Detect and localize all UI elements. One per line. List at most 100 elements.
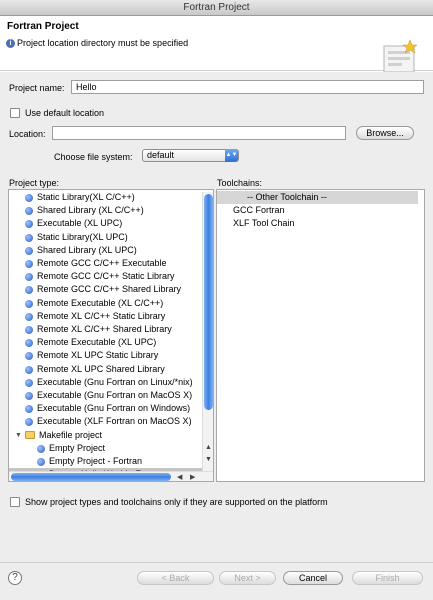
project-type-icon: [25, 326, 33, 334]
scroll-down-arrow-icon[interactable]: ▼: [205, 456, 212, 463]
project-type-label: Remote Executable (XL C/C++): [37, 297, 164, 308]
project-type-label: Remote XL C/C++ Static Library: [37, 310, 166, 321]
page-title: Fortran Project: [7, 21, 79, 32]
project-type-item[interactable]: Executable (XLF Fortran on MacOS X): [9, 415, 202, 428]
toolchains-list[interactable]: -- Other Toolchain -- GCC Fortran XLF Tool…: [216, 189, 425, 482]
project-type-item[interactable]: Executable (Gnu Fortran on Windows): [9, 402, 202, 415]
next-button[interactable]: Next >: [219, 571, 276, 585]
project-type-item[interactable]: Remote GCC C/C++ Static Library: [9, 270, 202, 283]
project-type-icon: [25, 312, 33, 321]
folder-icon: [25, 430, 35, 439]
window-titlebar: Fortran Project: [0, 0, 433, 16]
project-type-item[interactable]: Remote XL UPC Shared Library: [9, 363, 202, 376]
project-type-item[interactable]: Remote Executable (XL UPC): [9, 336, 202, 349]
wizard-header: Fortran Project i Project location direc…: [0, 16, 433, 73]
project-type-label: Executable (Gnu Fortran on MacOS X): [37, 390, 193, 400]
project-type-label: Remote Executable (XL UPC): [37, 337, 157, 348]
project-name-label: Project name:: [9, 83, 65, 93]
project-type-label: Remote GCC C/C++ Executable: [37, 258, 167, 268]
project-type-item[interactable]: Static Library(XL C/C++): [9, 191, 202, 204]
horizontal-scroll-thumb[interactable]: [11, 473, 171, 481]
cancel-button[interactable]: Cancel: [283, 571, 343, 585]
scroll-left-arrow-icon[interactable]: ◀: [177, 473, 182, 481]
project-type-item[interactable]: Executable (XL UPC): [9, 217, 202, 230]
toolchains-label: Toolchains:: [217, 178, 263, 188]
window-title: Fortran Project: [183, 2, 250, 13]
chevron-updown-icon: ▲▼: [225, 149, 238, 162]
wizard-body: Project name: Hello Use default location…: [0, 72, 433, 562]
location-field[interactable]: [52, 126, 346, 140]
project-type-item[interactable]: Shared Library (XL C/C++): [9, 204, 202, 217]
project-type-icon: [25, 273, 33, 282]
project-type-item[interactable]: Remote XL C/C++ Shared Library: [9, 323, 202, 336]
project-type-label: Project type:: [9, 178, 60, 188]
project-type-tree[interactable]: Static Library(XL C/C++) Shared Library (…: [8, 189, 214, 482]
toolchain-item[interactable]: -- Other Toolchain --: [217, 191, 418, 204]
project-type-icon: [25, 220, 33, 229]
project-type-label: Remote GCC C/C++ Static Library: [37, 271, 175, 282]
toolchain-item[interactable]: GCC Fortran: [217, 204, 418, 217]
project-type-icon: [25, 418, 33, 427]
project-type-icon: [25, 207, 33, 216]
project-type-icon: [25, 260, 33, 268]
info-icon: i: [6, 39, 15, 48]
file-system-select[interactable]: default ▲▼: [142, 149, 239, 162]
project-type-item[interactable]: Executable (Gnu Fortran on MacOS X): [9, 389, 202, 402]
project-type-label: Remote XL C/C++ Shared Library: [37, 324, 172, 334]
browse-button[interactable]: Browse...: [356, 126, 414, 140]
project-type-item[interactable]: Shared Library (XL UPC): [9, 244, 202, 257]
project-type-horizontal-scrollbar[interactable]: ◀ ▶: [9, 471, 213, 481]
project-type-icon: [25, 233, 33, 242]
scroll-up-arrow-icon[interactable]: ▲: [205, 444, 212, 451]
back-button[interactable]: < Back: [137, 571, 214, 585]
file-system-label: Choose file system:: [54, 152, 133, 162]
scroll-right-arrow-icon[interactable]: ▶: [190, 473, 195, 481]
help-icon[interactable]: ?: [8, 571, 22, 585]
project-type-label: Executable (XLF Fortran on MacOS X): [37, 416, 192, 427]
finish-button[interactable]: Finish: [352, 571, 423, 585]
project-type-icon: [37, 444, 45, 453]
project-type-label: Executable (Gnu Fortran on Windows): [37, 403, 191, 414]
project-type-icon: [25, 299, 33, 308]
toolchain-item[interactable]: XLF Tool Chain: [217, 217, 418, 230]
project-type-vertical-scrollbar[interactable]: ▲ ▼: [202, 192, 213, 471]
project-type-icon: [25, 365, 33, 374]
project-type-item[interactable]: Remote Executable (XL C/C++): [9, 297, 202, 310]
makefile-project-item[interactable]: Empty Project: [9, 442, 202, 455]
makefile-project-label: Empty Project - Fortran: [49, 456, 143, 466]
project-name-field[interactable]: Hello: [71, 80, 424, 94]
header-message: Project location directory must be speci…: [17, 38, 189, 48]
project-type-item[interactable]: Static Library(XL UPC): [9, 231, 202, 244]
project-type-icon: [25, 392, 33, 400]
location-label: Location:: [9, 129, 46, 139]
project-type-item[interactable]: Remote XL C/C++ Static Library: [9, 310, 202, 323]
makefile-project-folder[interactable]: ▼ Makefile project: [9, 429, 202, 442]
project-type-icon: [25, 286, 33, 295]
wizard-banner-icon: [383, 39, 418, 73]
project-type-label: Executable (XL UPC): [37, 218, 123, 229]
wizard-footer: ? < Back Next > Cancel Finish: [0, 562, 433, 600]
project-type-label: Static Library(XL UPC): [37, 231, 128, 242]
filter-supported-checkbox[interactable]: [10, 497, 20, 507]
project-type-item[interactable]: Executable (Gnu Fortran on Linux/*nix): [9, 376, 202, 389]
use-default-location-checkbox[interactable]: [10, 108, 20, 118]
use-default-location-label: Use default location: [25, 108, 105, 118]
makefile-project-item[interactable]: Empty Project - Fortran: [9, 455, 202, 468]
project-type-icon: [37, 458, 45, 466]
project-type-label: Shared Library (XL UPC): [37, 244, 137, 255]
project-type-label: Static Library(XL C/C++): [37, 192, 135, 202]
project-type-icon: [25, 194, 33, 202]
vertical-scroll-thumb[interactable]: [204, 194, 213, 410]
project-type-icon: [25, 378, 33, 387]
project-type-item[interactable]: Remote GCC C/C++ Executable: [9, 257, 202, 270]
project-type-item[interactable]: Remote XL UPC Static Library: [9, 349, 202, 362]
project-type-label: Remote XL UPC Shared Library: [37, 363, 165, 374]
folder-label: Makefile project: [39, 429, 103, 440]
makefile-project-label: Empty Project: [49, 442, 106, 453]
project-type-icon: [25, 246, 33, 255]
project-type-label: Executable (Gnu Fortran on Linux/*nix): [37, 376, 193, 387]
expand-arrow-icon[interactable]: ▼: [15, 429, 22, 442]
project-type-item[interactable]: Remote GCC C/C++ Shared Library: [9, 283, 202, 296]
project-type-icon: [25, 339, 33, 348]
filter-supported-label: Show project types and toolchains only i…: [25, 497, 328, 507]
